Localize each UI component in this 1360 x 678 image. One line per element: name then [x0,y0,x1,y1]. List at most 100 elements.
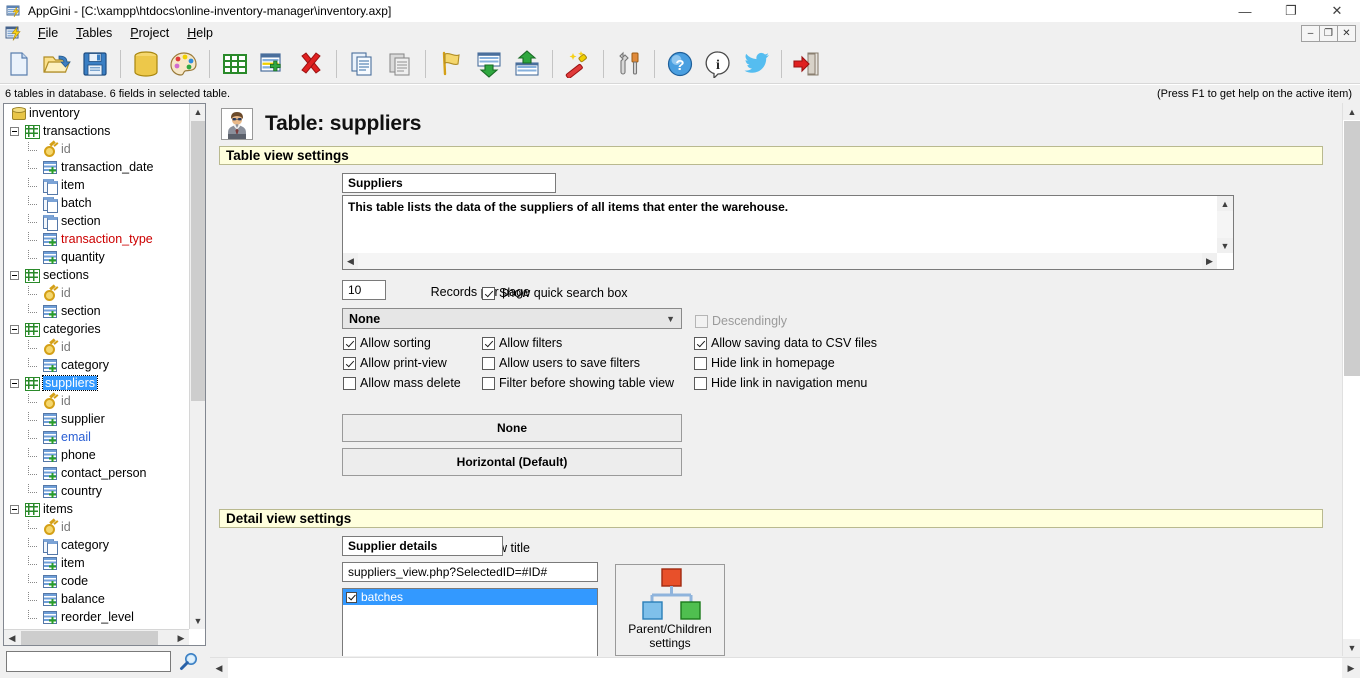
info-icon[interactable]: i [700,46,736,82]
wizard-wand-icon[interactable] [560,46,596,82]
detail-view-title-input[interactable] [342,536,503,556]
children-records-listbox[interactable]: batches [342,588,598,656]
panel-horizontal-scrollbar[interactable]: ◀ ▶ [210,657,1360,678]
allow-users-save-filters-checkbox[interactable]: Allow users to save filters [482,356,640,370]
tree-node-category[interactable]: category [4,356,190,374]
description-horizontal-scrollbar[interactable]: ◀ ▶ [343,253,1217,269]
paste-icon[interactable] [382,46,418,82]
redirect-after-insert-input[interactable] [342,562,598,582]
tree-node-code[interactable]: code [4,572,190,590]
tree-node-email[interactable]: email [4,428,190,446]
tree-node-country[interactable]: country [4,482,190,500]
tree-node-id[interactable]: id [4,338,190,356]
save-project-icon[interactable] [77,46,113,82]
allow-sorting-checkbox[interactable]: Allow sorting [343,336,431,350]
tree-node-item[interactable]: item [4,554,190,572]
add-table-icon[interactable] [217,46,253,82]
tree-node-batch[interactable]: batch [4,194,190,213]
tree-scroll-down-button[interactable]: ▼ [190,613,205,629]
help-icon[interactable]: ? [662,46,698,82]
tree-node-transaction_type[interactable]: transaction_type [4,230,190,248]
tree-node-supplier[interactable]: supplier [4,410,190,428]
copy-icon[interactable] [344,46,380,82]
tree-node-transaction_date[interactable]: transaction_date [4,158,190,176]
tools-icon[interactable] [611,46,647,82]
tree-node-quantity[interactable]: quantity [4,248,190,266]
close-button[interactable]: ✕ [1314,0,1360,22]
tree-expander-collapse-icon[interactable] [10,324,19,334]
allow-print-view-checkbox[interactable]: Allow print-view [343,356,447,370]
magnifier-icon[interactable] [179,652,199,672]
description-scroll-left-button[interactable]: ◀ [343,253,358,269]
database-icon[interactable] [128,46,164,82]
panel-scroll-right-button[interactable]: ▶ [1342,658,1360,678]
move-down-icon[interactable] [471,46,507,82]
panel-scroll-down-button[interactable]: ▼ [1343,639,1360,656]
panel-vscroll-thumb[interactable] [1344,121,1360,376]
open-project-icon[interactable] [39,46,75,82]
delete-icon[interactable] [293,46,329,82]
add-field-icon[interactable] [255,46,291,82]
tree-scroll-left-button[interactable]: ◀ [4,630,20,645]
mdi-restore-button[interactable]: ❐ [1319,24,1338,42]
allow-saving-csv-checkbox[interactable]: Allow saving data to CSV files [694,336,877,350]
search-input[interactable] [6,651,171,672]
tree-node-id[interactable]: id [4,140,190,158]
description-vertical-scrollbar[interactable]: ▲ ▼ [1217,196,1233,253]
tree-expander-collapse-icon[interactable] [10,504,19,514]
description-scroll-down-button[interactable]: ▼ [1217,238,1233,253]
tree-node-suppliers[interactable]: suppliers [4,374,190,392]
project-tree[interactable]: inventory transactions id transaction_date i… [4,104,190,628]
panel-vertical-scrollbar[interactable]: ▲ ▼ [1342,103,1360,656]
allow-filters-checkbox[interactable]: Allow filters [482,336,562,350]
description-textarea[interactable]: This table lists the data of the supplie… [342,195,1234,270]
default-sort-select[interactable]: None ▼ [342,308,682,329]
panel-scroll-left-button[interactable]: ◀ [210,658,228,678]
tree-hscroll-thumb[interactable] [21,631,158,645]
hide-link-homepage-checkbox[interactable]: Hide link in homepage [694,356,835,370]
tree-vertical-scrollbar[interactable]: ▲ ▼ [189,104,205,629]
tree-node-sections[interactable]: sections [4,266,190,284]
filter-before-showing-checkbox[interactable]: Filter before showing table view [482,376,674,390]
template-button[interactable]: Horizontal (Default) [342,448,682,476]
tree-expander-collapse-icon[interactable] [10,126,19,136]
tree-node-transactions[interactable]: transactions [4,122,190,140]
hide-link-navmenu-checkbox[interactable]: Hide link in navigation menu [694,376,867,390]
move-up-icon[interactable] [509,46,545,82]
tree-node-id[interactable]: id [4,518,190,536]
minimize-button[interactable]: — [1222,0,1268,22]
tree-node-categories[interactable]: categories [4,320,190,338]
tree-node-phone[interactable]: phone [4,446,190,464]
twitter-icon[interactable] [738,46,774,82]
menu-file[interactable]: File [29,24,67,42]
menu-project[interactable]: Project [121,24,178,42]
tree-vscroll-thumb[interactable] [191,121,205,401]
menu-help[interactable]: Help [178,24,222,42]
mdi-close-button[interactable]: ✕ [1337,24,1356,42]
list-item[interactable]: batches [343,589,597,605]
table-group-button[interactable]: None [342,414,682,442]
tree-expander-collapse-icon[interactable] [10,378,19,388]
new-project-icon[interactable] [1,46,37,82]
show-quick-search-checkbox[interactable]: Show quick search box [482,286,628,300]
parent-children-settings-button[interactable]: Parent/Children settings [615,564,725,656]
tree-node-id[interactable]: id [4,392,190,410]
menu-tables[interactable]: Tables [67,24,121,42]
flag-icon[interactable] [433,46,469,82]
tree-node-id[interactable]: id [4,284,190,302]
panel-scroll-up-button[interactable]: ▲ [1343,103,1360,120]
tree-root-node[interactable]: inventory [4,104,190,122]
maximize-button[interactable]: ❐ [1268,0,1314,22]
description-scroll-right-button[interactable]: ▶ [1202,253,1217,269]
tree-node-items[interactable]: items [4,500,190,518]
tree-node-category[interactable]: category [4,536,190,555]
mdi-minimize-button[interactable]: – [1301,24,1320,42]
tree-node-balance[interactable]: balance [4,590,190,608]
records-per-page-input[interactable] [342,280,386,300]
descendingly-checkbox[interactable]: Descendingly [695,314,787,328]
allow-mass-delete-checkbox[interactable]: Allow mass delete [343,376,461,390]
tree-node-contact_person[interactable]: contact_person [4,464,190,482]
tree-node-section[interactable]: section [4,302,190,320]
project-tree-panel[interactable]: inventory transactions id transaction_date i… [3,103,206,646]
palette-icon[interactable] [166,46,202,82]
